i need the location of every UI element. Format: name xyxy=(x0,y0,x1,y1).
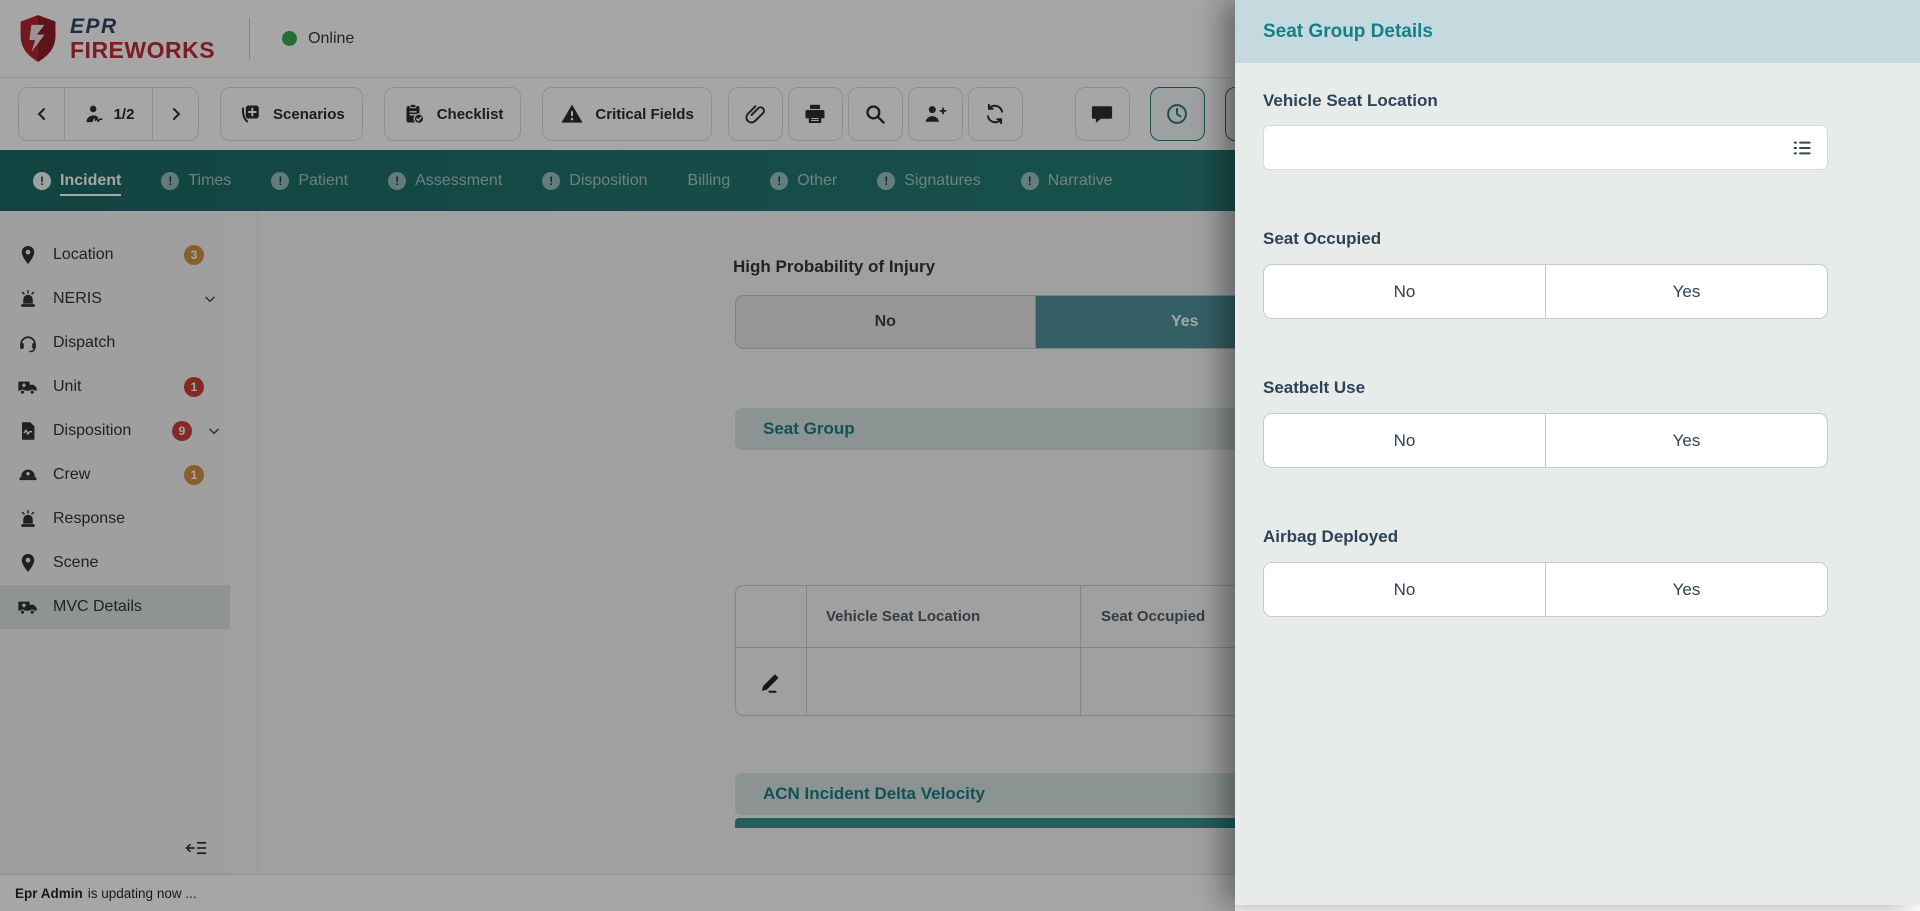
seatbelt-use-yes-button[interactable]: Yes xyxy=(1546,414,1827,467)
airbag-deployed-yes-button[interactable]: Yes xyxy=(1546,563,1827,616)
list-picker-icon[interactable] xyxy=(1790,136,1814,160)
seatbelt-use-toggle: No Yes xyxy=(1263,413,1828,468)
airbag-deployed-group: Airbag Deployed No Yes xyxy=(1263,527,1828,617)
drawer-title: Seat Group Details xyxy=(1263,21,1433,43)
drawer-body: Vehicle Seat Location Seat Occupied No Y… xyxy=(1235,63,1920,617)
modal-scrim[interactable] xyxy=(0,0,1235,911)
app-window: EPR FIREWORKS Online xyxy=(0,0,1920,911)
airbag-deployed-label: Airbag Deployed xyxy=(1263,527,1828,547)
seat-occupied-no-button[interactable]: No xyxy=(1264,265,1546,318)
vehicle-seat-location-field xyxy=(1263,125,1828,170)
seatbelt-use-label: Seatbelt Use xyxy=(1263,378,1828,398)
drawer-header: Seat Group Details xyxy=(1235,0,1920,63)
seat-occupied-toggle: No Yes xyxy=(1263,264,1828,319)
seatbelt-use-no-button[interactable]: No xyxy=(1264,414,1546,467)
seat-occupied-yes-button[interactable]: Yes xyxy=(1546,265,1827,318)
seatbelt-use-group: Seatbelt Use No Yes xyxy=(1263,378,1828,468)
vehicle-seat-location-input[interactable] xyxy=(1264,126,1790,169)
seat-occupied-label: Seat Occupied xyxy=(1263,229,1828,249)
airbag-deployed-no-button[interactable]: No xyxy=(1264,563,1546,616)
vehicle-seat-location-label: Vehicle Seat Location xyxy=(1263,91,1828,111)
seat-group-details-drawer: Seat Group Details Vehicle Seat Location… xyxy=(1235,0,1920,905)
airbag-deployed-toggle: No Yes xyxy=(1263,562,1828,617)
seat-occupied-group: Seat Occupied No Yes xyxy=(1263,229,1828,319)
